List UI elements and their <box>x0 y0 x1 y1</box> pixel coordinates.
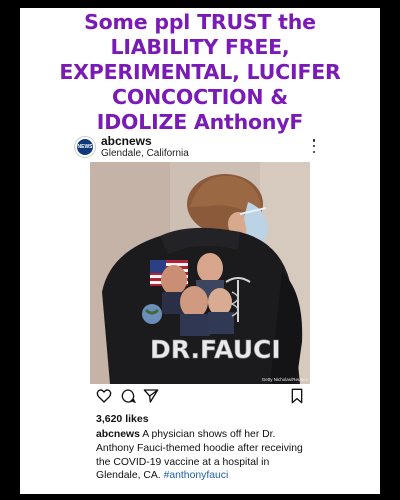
hashtag-link[interactable]: #anthonyfauci <box>164 470 229 481</box>
photo-credit: Getty Nicholas/Reuters <box>261 377 308 382</box>
abc-logo-icon: NEWS <box>77 139 93 155</box>
post-image[interactable]: DR.FAUCI Getty Nicholas/Reuters <box>90 162 310 384</box>
hoodie-lettering: DR.FAUCI <box>150 335 281 364</box>
comment-icon[interactable] <box>120 388 136 404</box>
avatar[interactable]: NEWS <box>74 136 96 158</box>
headline-line: EXPERIMENTAL, LUCIFER <box>59 60 341 84</box>
more-options-icon[interactable] <box>312 139 316 153</box>
post-caption: abcnews A physician shows off her Dr. An… <box>96 428 308 483</box>
bookmark-icon[interactable] <box>290 388 304 404</box>
account-name[interactable]: abcnews <box>101 134 152 148</box>
headline-line: CONCOCTION & <box>112 85 288 109</box>
headline-text: Some ppl TRUST the LIABILITY FREE, EXPER… <box>20 10 380 135</box>
likes-count[interactable]: 3,620 likes <box>96 413 149 425</box>
caption-account[interactable]: abcnews <box>96 429 140 440</box>
heart-icon[interactable] <box>96 388 112 404</box>
headline-line: IDOLIZE AnthonyF <box>96 110 304 134</box>
location-label[interactable]: Glendale, California <box>101 148 189 159</box>
send-icon[interactable] <box>143 388 159 404</box>
post-header: NEWS abcnews Glendale, California <box>74 133 316 163</box>
photo-illustration: DR.FAUCI <box>90 162 310 384</box>
headline-line: Some ppl TRUST the <box>84 10 316 34</box>
headline-line: LIABILITY FREE, <box>110 35 290 59</box>
action-bar <box>96 388 306 406</box>
